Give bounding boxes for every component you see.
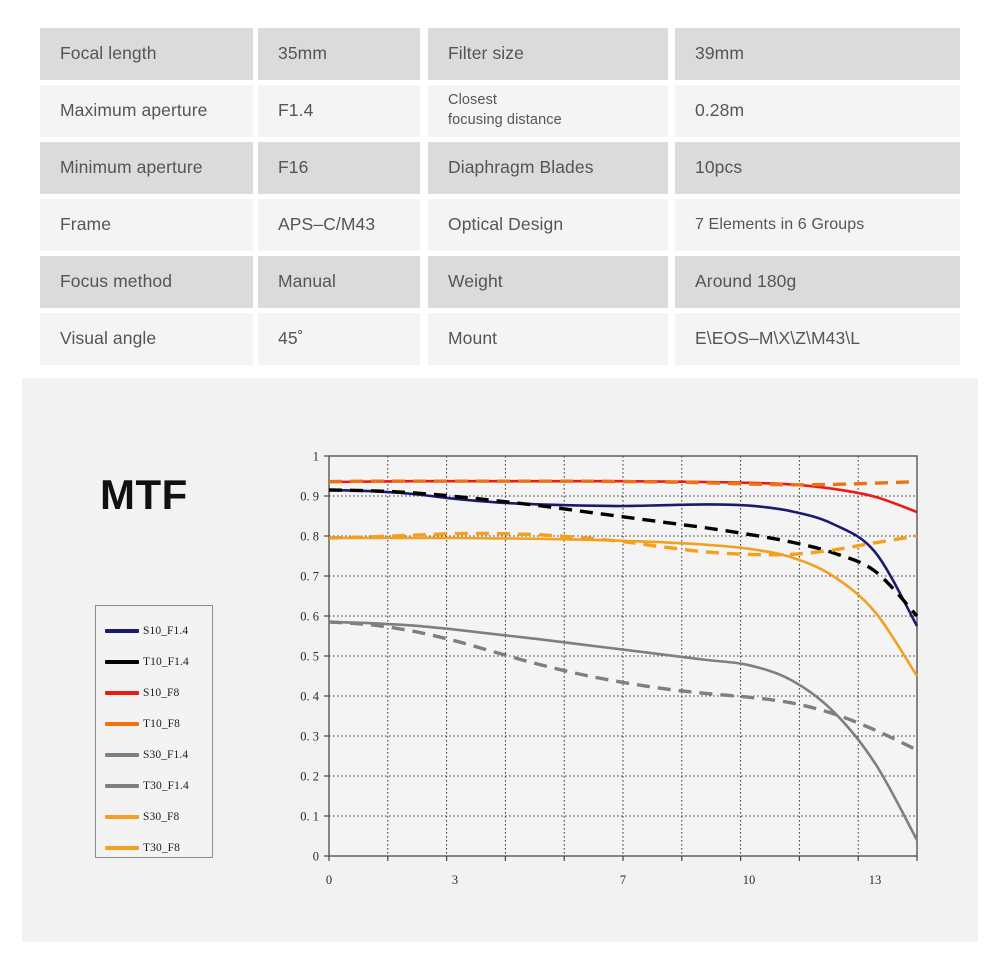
- spec-label-cell: Maximum aperture: [40, 85, 253, 137]
- spec-row: Frame APS–C/M43 Optical Design 7 Elements i…: [40, 199, 960, 251]
- legend-swatch-icon: [105, 783, 139, 788]
- mtf-legend: S10_F1.4 T10_F1.4 S10_F8 T10_F8 S30_F1.4 T30_…: [95, 605, 213, 858]
- y-axis-tick-label: 0. 3: [300, 730, 319, 744]
- legend-item: S30_F8: [96, 801, 212, 832]
- legend-label: T30_F1.4: [143, 779, 189, 792]
- legend-label: S10_F8: [143, 686, 180, 699]
- legend-item: T10_F1.4: [96, 646, 212, 677]
- mtf-chart: 0 0. 1 0. 2 0. 3 0. 4 0. 5 0. 6 0. 7 0. 8 0. 9103…: [277, 448, 957, 908]
- spec-row: Focus method Manual Weight Around 180g: [40, 256, 960, 308]
- spec-label-cell: Visual angle: [40, 313, 253, 365]
- spec-value-cell: 35mm: [258, 28, 420, 80]
- spec-label-cell: Optical Design: [428, 199, 668, 251]
- legend-swatch-icon: [105, 845, 139, 850]
- spec-row: Visual angle 45˚ Mount E\EOS–M\X\Z\M43\L: [40, 313, 960, 365]
- spec-value-cell: 45˚: [258, 313, 420, 365]
- legend-swatch-icon: [105, 659, 139, 664]
- legend-label: S10_F1.4: [143, 624, 189, 637]
- y-axis-tick-label: 0: [313, 850, 319, 864]
- mtf-title: MTF: [100, 471, 188, 518]
- spec-value-cell: 10pcs: [675, 142, 960, 194]
- y-axis-tick-label: 1: [313, 450, 319, 464]
- y-axis-tick-label: 0. 8: [300, 530, 319, 544]
- spec-value-cell: F1.4: [258, 85, 420, 137]
- legend-swatch-icon: [105, 690, 139, 695]
- y-axis-tick-label: 0. 7: [300, 570, 319, 584]
- legend-item: S30_F1.4: [96, 739, 212, 770]
- spec-label-cell: Focal length: [40, 28, 253, 80]
- legend-item: S10_F1.4: [96, 615, 212, 646]
- legend-swatch-icon: [105, 752, 139, 757]
- spec-label-cell: Filter size: [428, 28, 668, 80]
- legend-swatch-icon: [105, 721, 139, 726]
- x-axis-tick-label: 7: [620, 873, 626, 887]
- legend-swatch-icon: [105, 814, 139, 819]
- spec-value-cell: 0.28m: [675, 85, 960, 137]
- x-axis-tick-label: 13: [869, 873, 882, 887]
- spec-value-cell: F16: [258, 142, 420, 194]
- spec-row: Minimum aperture F16 Diaphragm Blades 10pcs: [40, 142, 960, 194]
- legend-label: T30_F8: [143, 841, 181, 854]
- legend-label: S30_F1.4: [143, 748, 189, 761]
- x-axis-tick-label: 0: [326, 873, 332, 887]
- spec-row: Focal length 35mm Filter size 39mm: [40, 28, 960, 80]
- specifications-table: Focal length 35mm Filter size 39mm Maximum a…: [40, 28, 960, 370]
- spec-label-cell: Diaphragm Blades: [428, 142, 668, 194]
- y-axis-tick-label: 0. 4: [300, 690, 320, 704]
- spec-label-cell: Frame: [40, 199, 253, 251]
- y-axis-tick-label: 0. 5: [300, 650, 319, 664]
- legend-label: T10_F8: [143, 717, 181, 730]
- spec-value-cell: APS–C/M43: [258, 199, 420, 251]
- legend-item: T30_F8: [96, 832, 212, 863]
- legend-item: T30_F1.4: [96, 770, 212, 801]
- y-axis-tick-label: 0. 6: [300, 610, 319, 624]
- x-axis-tick-label: 3: [452, 873, 458, 887]
- y-axis-tick-label: 0. 1: [300, 810, 319, 824]
- spec-label-cell: Mount: [428, 313, 668, 365]
- spec-value-cell: 39mm: [675, 28, 960, 80]
- spec-value-cell: Manual: [258, 256, 420, 308]
- legend-item: T10_F8: [96, 708, 212, 739]
- x-axis-tick-label: 10: [743, 873, 756, 887]
- legend-item: S10_F8: [96, 677, 212, 708]
- spec-row: Maximum aperture F1.4 Closest focusing dist…: [40, 85, 960, 137]
- spec-value-cell: E\EOS–M\X\Z\M43\L: [675, 313, 960, 365]
- spec-value-cell: 7 Elements in 6 Groups: [675, 199, 960, 251]
- y-axis-tick-label: 0. 2: [300, 770, 319, 784]
- spec-label-cell: Minimum aperture: [40, 142, 253, 194]
- spec-label-cell: Focus method: [40, 256, 253, 308]
- legend-label: S30_F8: [143, 810, 180, 823]
- spec-label-cell: Closest focusing distance: [428, 85, 668, 137]
- legend-swatch-icon: [105, 628, 139, 633]
- legend-label: T10_F1.4: [143, 655, 189, 668]
- mtf-panel: MTF S10_F1.4 T10_F1.4 S10_F8 T10_F8 S30_F1.4…: [22, 378, 978, 942]
- y-axis-tick-label: 0. 9: [300, 490, 319, 504]
- spec-label-cell: Weight: [428, 256, 668, 308]
- spec-value-cell: Around 180g: [675, 256, 960, 308]
